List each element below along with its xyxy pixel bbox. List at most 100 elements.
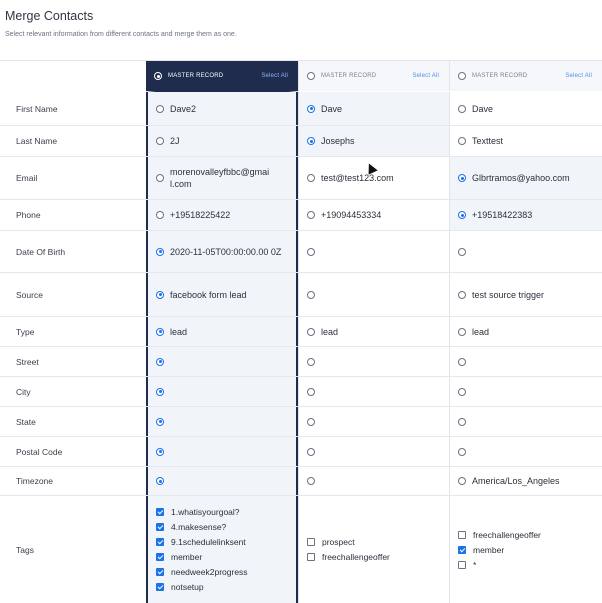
radio-button[interactable] bbox=[156, 247, 164, 256]
value-cell-2[interactable] bbox=[298, 231, 449, 272]
master-record-radio-3[interactable] bbox=[458, 72, 466, 80]
radio-button[interactable] bbox=[307, 174, 315, 182]
select-all-link[interactable]: Select All bbox=[412, 73, 439, 79]
radio-button[interactable] bbox=[307, 137, 315, 145]
checkbox[interactable] bbox=[307, 553, 315, 561]
value-cell-3[interactable] bbox=[449, 347, 602, 376]
radio-button[interactable] bbox=[307, 327, 315, 336]
radio-button[interactable] bbox=[458, 327, 466, 336]
radio-button[interactable] bbox=[156, 211, 164, 219]
radio-button[interactable] bbox=[458, 477, 466, 485]
radio-button[interactable] bbox=[458, 174, 466, 182]
value-cell-3[interactable]: Texttest bbox=[449, 126, 602, 156]
value-cell-3[interactable] bbox=[449, 407, 602, 436]
value-cell-3[interactable] bbox=[449, 377, 602, 406]
radio-button[interactable] bbox=[156, 290, 164, 299]
radio-button[interactable] bbox=[307, 211, 315, 219]
radio-button[interactable] bbox=[458, 137, 466, 145]
checkbox[interactable] bbox=[156, 553, 164, 561]
tag-item[interactable]: freechallengeoffer bbox=[458, 527, 541, 542]
value-cell-3[interactable]: Dave bbox=[449, 92, 602, 125]
tag-item[interactable]: notsetup bbox=[156, 580, 204, 595]
radio-button[interactable] bbox=[307, 357, 315, 366]
tag-item[interactable]: freechallengeoffer bbox=[307, 550, 390, 565]
radio-button[interactable] bbox=[156, 104, 164, 113]
radio-button[interactable] bbox=[458, 417, 466, 426]
value-cell-1[interactable]: facebook form lead bbox=[146, 273, 298, 316]
checkbox[interactable] bbox=[156, 568, 164, 576]
checkbox[interactable] bbox=[307, 538, 315, 546]
value-cell-3[interactable]: +19518422383 bbox=[449, 200, 602, 230]
checkbox[interactable] bbox=[156, 583, 164, 591]
radio-button[interactable] bbox=[307, 104, 315, 113]
radio-button[interactable] bbox=[156, 357, 164, 366]
value-cell-2[interactable] bbox=[298, 467, 449, 495]
checkbox[interactable] bbox=[156, 508, 164, 516]
value-cell-1[interactable]: morenovalleyfbbc@gmai l.com bbox=[146, 157, 298, 199]
tag-item[interactable]: 1.whatisyourgoal? bbox=[156, 505, 240, 520]
value-cell-2[interactable] bbox=[298, 347, 449, 376]
radio-button[interactable] bbox=[458, 104, 466, 113]
value-cell-3[interactable]: Glbrtramos@yahoo.com bbox=[449, 157, 602, 199]
tag-item[interactable]: member bbox=[458, 542, 504, 557]
radio-button[interactable] bbox=[458, 247, 466, 256]
master-record-radio-2[interactable] bbox=[307, 72, 315, 80]
radio-button[interactable] bbox=[156, 137, 164, 145]
value-cell-1[interactable] bbox=[146, 437, 298, 466]
radio-button[interactable] bbox=[156, 447, 164, 456]
value-cell-1[interactable] bbox=[146, 347, 298, 376]
checkbox[interactable] bbox=[156, 538, 164, 546]
radio-button[interactable] bbox=[458, 447, 466, 456]
checkbox[interactable] bbox=[156, 523, 164, 531]
radio-button[interactable] bbox=[156, 174, 164, 182]
checkbox[interactable] bbox=[458, 560, 466, 569]
radio-button[interactable] bbox=[307, 290, 315, 299]
select-all-link[interactable]: Select All bbox=[565, 73, 592, 79]
radio-button[interactable] bbox=[458, 387, 466, 396]
radio-button[interactable] bbox=[156, 387, 164, 396]
value-cell-1[interactable] bbox=[146, 377, 298, 406]
column-header-1[interactable]: MASTER RECORD Select All bbox=[146, 61, 298, 99]
value-cell-1[interactable]: 2J bbox=[146, 126, 298, 156]
radio-button[interactable] bbox=[307, 387, 315, 396]
tag-item[interactable]: needweek2progress bbox=[156, 565, 248, 580]
value-cell-1[interactable] bbox=[146, 467, 298, 495]
master-record-radio-1[interactable] bbox=[154, 72, 162, 80]
radio-button[interactable] bbox=[156, 417, 164, 426]
value-cell-1[interactable]: Dave2 bbox=[146, 92, 298, 125]
value-cell-3[interactable]: test source trigger bbox=[449, 273, 602, 316]
value-cell-3[interactable] bbox=[449, 231, 602, 272]
tag-item[interactable]: * bbox=[458, 557, 476, 572]
checkbox[interactable] bbox=[458, 545, 466, 554]
checkbox[interactable] bbox=[458, 530, 466, 539]
value-cell-2[interactable] bbox=[298, 407, 449, 436]
radio-button[interactable] bbox=[307, 477, 315, 485]
radio-button[interactable] bbox=[156, 477, 164, 485]
tag-item[interactable]: member bbox=[156, 550, 202, 565]
tag-item[interactable]: 9.1schedulelinksent bbox=[156, 535, 246, 550]
value-cell-2[interactable] bbox=[298, 437, 449, 466]
value-cell-2[interactable]: Josephs bbox=[298, 126, 449, 156]
select-all-link[interactable]: Select All bbox=[261, 73, 288, 79]
column-header-2[interactable]: MASTER RECORD Select All bbox=[298, 61, 449, 91]
value-cell-3[interactable]: America/Los_Angeles bbox=[449, 467, 602, 495]
value-cell-1[interactable]: +19518225422 bbox=[146, 200, 298, 230]
value-cell-2[interactable]: +19094453334 bbox=[298, 200, 449, 230]
tag-item[interactable]: prospect bbox=[307, 535, 355, 550]
radio-button[interactable] bbox=[307, 417, 315, 426]
value-cell-1[interactable] bbox=[146, 407, 298, 436]
radio-button[interactable] bbox=[307, 247, 315, 256]
value-cell-2[interactable]: lead bbox=[298, 317, 449, 346]
value-cell-1[interactable]: lead bbox=[146, 317, 298, 346]
radio-button[interactable] bbox=[156, 327, 164, 336]
radio-button[interactable] bbox=[458, 290, 466, 299]
value-cell-3[interactable]: lead bbox=[449, 317, 602, 346]
radio-button[interactable] bbox=[458, 211, 466, 219]
value-cell-2[interactable]: Dave bbox=[298, 92, 449, 125]
radio-button[interactable] bbox=[458, 357, 466, 366]
value-cell-3[interactable] bbox=[449, 437, 602, 466]
tag-item[interactable]: 4.makesense? bbox=[156, 520, 226, 535]
column-header-3[interactable]: MASTER RECORD Select All bbox=[449, 61, 602, 91]
value-cell-1[interactable]: 2020-11-05T00:00:00.00 0Z bbox=[146, 231, 298, 272]
value-cell-2[interactable] bbox=[298, 273, 449, 316]
